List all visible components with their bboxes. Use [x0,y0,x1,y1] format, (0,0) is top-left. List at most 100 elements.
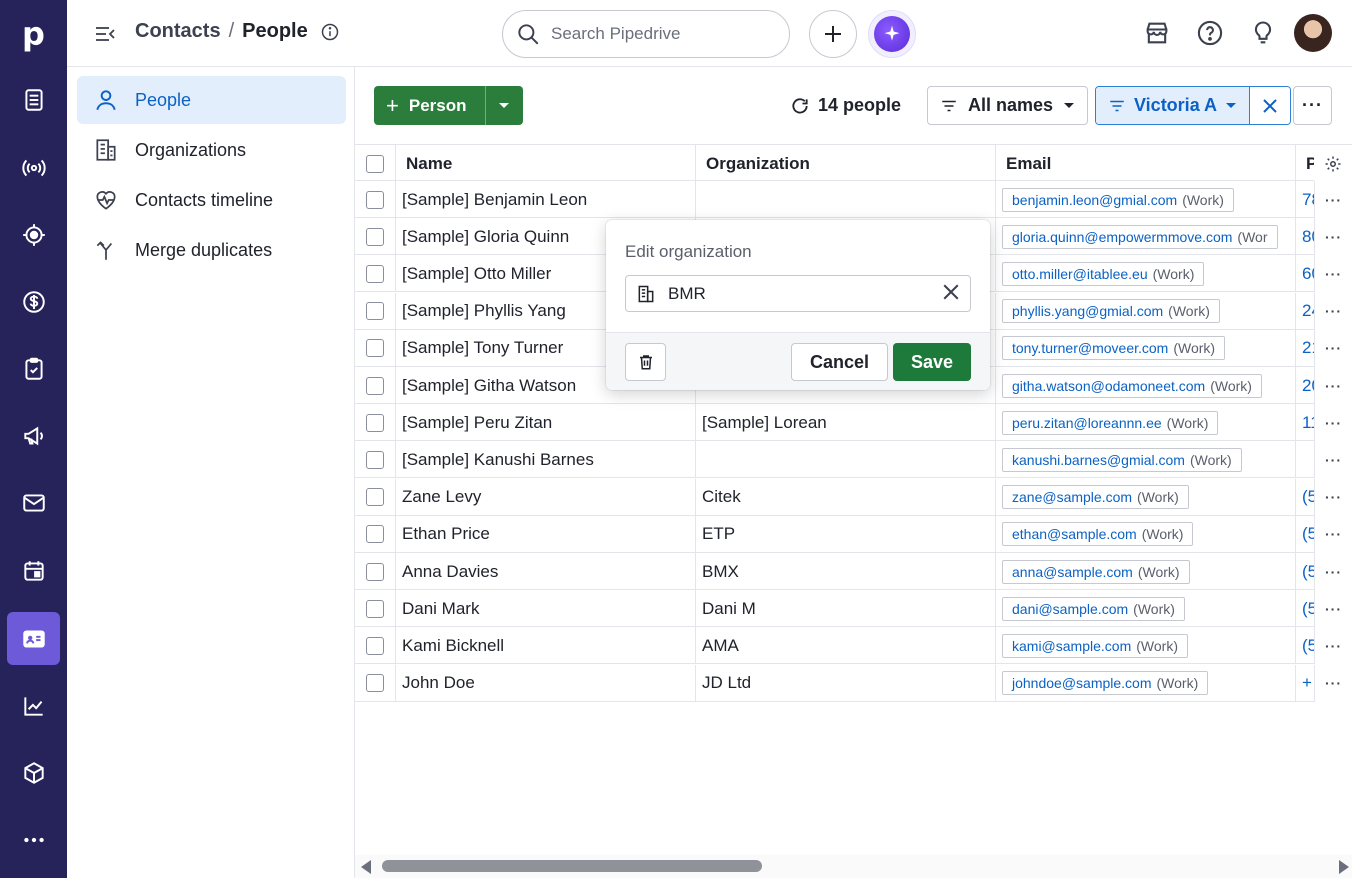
subnav-item-merge-duplicates[interactable]: Merge duplicates [77,226,346,274]
collapse-menu-icon[interactable] [93,22,117,46]
row-more-button[interactable]: ··· [1314,404,1352,442]
info-icon[interactable] [320,22,340,42]
email-cell[interactable]: gloria.quinn@empowermmove.com (Wor [995,218,1295,256]
email-address[interactable]: dani@sample.com [1012,601,1128,617]
organization-cell[interactable] [695,181,995,218]
table-row[interactable]: [Sample] Benjamin Leon benjamin.leon@gmia… [355,181,1352,218]
organization-input[interactable] [668,283,938,304]
email-cell[interactable]: dani@sample.com (Work) [995,590,1295,628]
row-more-button[interactable]: ··· [1314,292,1352,330]
email-cell[interactable]: anna@sample.com (Work) [995,553,1295,590]
subnav-item-contacts-timeline[interactable]: Contacts timeline [77,176,346,224]
email-chip[interactable]: benjamin.leon@gmial.com (Work) [1002,187,1234,212]
email-chip[interactable]: dani@sample.com (Work) [1002,596,1185,621]
email-address[interactable]: zane@sample.com [1012,489,1132,505]
row-more-button[interactable]: ··· [1314,627,1352,665]
name-filter-dropdown[interactable]: All names [927,86,1089,125]
phone-value[interactable]: 24 [1302,301,1314,321]
phone-cell[interactable] [1295,441,1314,479]
more-actions-button[interactable]: ··· [1293,86,1332,125]
marketplace-icon[interactable] [1143,19,1171,47]
row-more-button[interactable]: ··· [1314,218,1352,256]
email-cell[interactable]: johndoe@sample.com (Work) [995,664,1295,702]
pipedrive-logo[interactable]: p [0,0,67,67]
name-cell[interactable]: John Doe [395,664,695,702]
email-cell[interactable]: phyllis.yang@gmial.com (Work) [995,292,1295,330]
scroll-right-arrow[interactable] [1339,860,1349,874]
subnav-item-organizations[interactable]: Organizations [77,126,346,174]
table-row[interactable]: [Sample] Peru Zitan [Sample] Lorean peru.z… [355,404,1352,442]
row-more-button[interactable]: ··· [1314,664,1352,702]
add-dropdown-button[interactable] [484,86,523,125]
email-cell[interactable]: zane@sample.com (Work) [995,478,1295,516]
organization-cell[interactable]: BMX [695,553,995,590]
email-address[interactable]: kanushi.barnes@gmial.com [1012,452,1185,468]
rail-contacts[interactable] [7,612,60,665]
email-address[interactable]: gloria.quinn@empowermmove.com [1012,229,1232,245]
scroll-left-arrow[interactable] [361,860,371,874]
phone-cell[interactable]: (5 [1295,515,1314,553]
ai-assistant-button[interactable] [868,10,916,58]
phone-cell[interactable]: + [1295,664,1314,702]
row-more-button[interactable]: ··· [1314,181,1352,218]
row-checkbox[interactable] [366,302,384,321]
rail-campaigns[interactable] [7,409,60,462]
phone-cell[interactable]: 21 [1295,329,1314,367]
select-all-checkbox[interactable] [366,154,384,173]
row-checkbox[interactable] [366,190,384,209]
table-row[interactable]: [Sample] Kanushi Barnes kanushi.barnes@gm… [355,441,1352,479]
email-cell[interactable]: kami@sample.com (Work) [995,627,1295,665]
table-row[interactable]: Dani MarkDani M dani@sample.com (Work) (5··… [355,590,1352,628]
email-address[interactable]: tony.turner@moveer.com [1012,340,1168,356]
rail-broadcast[interactable] [7,141,60,194]
phone-value[interactable]: (5 [1302,636,1314,656]
row-more-button[interactable]: ··· [1314,441,1352,479]
name-cell[interactable]: Anna Davies [395,553,695,590]
scrollbar-thumb[interactable] [382,860,762,872]
email-chip[interactable]: zane@sample.com (Work) [1002,485,1189,510]
email-address[interactable]: ethan@sample.com [1012,526,1137,542]
rail-products[interactable] [7,746,60,799]
email-address[interactable]: githa.watson@odamoneet.com [1012,378,1205,394]
row-checkbox[interactable] [366,636,384,655]
organization-cell[interactable]: Citek [695,478,995,516]
email-chip[interactable]: githa.watson@odamoneet.com (Work) [1002,373,1262,398]
email-cell[interactable]: benjamin.leon@gmial.com (Work) [995,181,1295,218]
phone-value[interactable]: + [1302,673,1312,693]
email-cell[interactable]: ethan@sample.com (Work) [995,515,1295,553]
phone-cell[interactable]: 24 [1295,292,1314,330]
row-more-button[interactable]: ··· [1314,478,1352,516]
row-more-button[interactable]: ··· [1314,515,1352,553]
phone-cell[interactable]: 20 [1295,367,1314,404]
rail-target[interactable] [7,208,60,261]
rail-leads[interactable] [7,73,60,126]
phone-cell[interactable]: (5 [1295,627,1314,665]
email-cell[interactable]: peru.zitan@loreannn.ee (Work) [995,404,1295,442]
search-input[interactable] [551,24,771,44]
organization-cell[interactable]: JD Ltd [695,664,995,702]
phone-cell[interactable]: (5 [1295,553,1314,590]
email-address[interactable]: phyllis.yang@gmial.com [1012,303,1163,319]
quick-add-button[interactable] [809,10,857,58]
rail-more[interactable] [7,813,60,866]
cancel-button[interactable]: Cancel [791,343,888,381]
help-icon[interactable] [1196,19,1224,47]
delete-button[interactable] [625,343,666,381]
row-more-button[interactable]: ··· [1314,590,1352,628]
search-box[interactable] [502,10,790,58]
row-checkbox[interactable] [366,264,384,283]
name-cell[interactable]: [Sample] Benjamin Leon [395,181,695,218]
clear-input-icon[interactable] [942,283,960,301]
phone-value[interactable]: (5 [1302,562,1314,582]
phone-cell[interactable]: 80 [1295,218,1314,256]
email-address[interactable]: peru.zitan@loreannn.ee [1012,415,1162,431]
name-cell[interactable]: Kami Bicknell [395,627,695,665]
table-row[interactable]: Kami BicknellAMA kami@sample.com (Work) (5·… [355,627,1352,665]
row-checkbox[interactable] [366,413,384,432]
save-button[interactable]: Save [893,343,971,381]
phone-cell[interactable]: 11 [1295,404,1314,442]
column-header-email[interactable]: Email [995,145,1295,182]
email-address[interactable]: anna@sample.com [1012,564,1133,580]
rail-calendar[interactable] [7,544,60,597]
refresh-icon[interactable] [790,96,810,116]
